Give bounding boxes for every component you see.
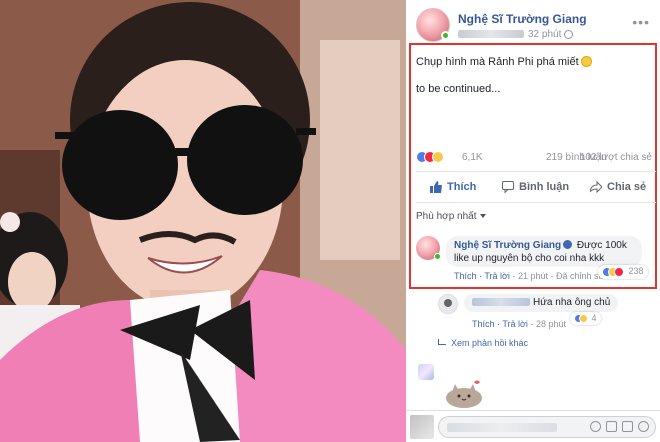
comment-composer (406, 410, 660, 442)
reply-text: Hứa nha ông chủ (533, 297, 611, 308)
post-photo[interactable] (0, 0, 406, 442)
like-label: Thích (447, 181, 477, 193)
comment-button[interactable]: Bình luận (502, 176, 569, 198)
gif-icon[interactable] (622, 421, 633, 432)
action-bar: Thích Bình luận Chia sẻ (416, 176, 656, 198)
comment-actions: Thích · Trả lời · 21 phút · Đã chỉnh sửa (454, 271, 610, 281)
replier-avatar[interactable] (438, 294, 458, 314)
comment-reply-link[interactable]: Trả lời (484, 271, 510, 281)
share-count[interactable]: 102 lượt chia sẻ (580, 152, 652, 163)
like-button[interactable]: Thích (430, 176, 476, 198)
reply-reaction-badge[interactable]: 4 (570, 312, 601, 325)
view-more-replies-link[interactable]: Xem phản hồi khác (438, 338, 528, 348)
comment-bubble: Nghệ Sĩ Trường Giang Được 100k like up n… (446, 236, 642, 267)
smile-emoji-icon (580, 56, 592, 67)
reaction-count[interactable]: 6,1K (462, 152, 483, 163)
reply-actions: Thích · Trả lời · 28 phút (472, 319, 566, 329)
reply-reply-link[interactable]: Trả lời (502, 319, 528, 329)
emoji-icon[interactable] (590, 421, 601, 432)
share-button[interactable]: Chia sẻ (590, 176, 646, 198)
haha-icon (579, 314, 588, 324)
comment-input[interactable] (438, 416, 656, 438)
haha-icon (432, 151, 444, 163)
selfie-illustration (0, 0, 406, 442)
comment-icon (502, 181, 514, 193)
sticker-icon[interactable] (638, 421, 649, 432)
comment-reaction-badge[interactable]: 238 (598, 265, 648, 279)
blurred-name[interactable] (472, 298, 530, 307)
post-text-line2: to be continued... (416, 83, 501, 95)
comment-sort-dropdown[interactable]: Phù hợp nhất (416, 211, 486, 222)
post-content: Chụp hình mà Rảnh Phi phá miết to be con… (406, 0, 660, 442)
composer-icons (590, 421, 649, 434)
commenter-name[interactable]: Nghệ Sĩ Trường Giang (454, 240, 561, 251)
love-icon (614, 266, 624, 277)
comment-label: Bình luận (519, 181, 570, 193)
caret-down-icon (479, 214, 486, 219)
my-avatar[interactable] (410, 415, 434, 439)
reply-bubble: Hứa nha ông chủ (464, 294, 619, 312)
reaction-icons[interactable] (416, 151, 444, 164)
reply-reaction-count: 4 (591, 313, 597, 323)
reply-time[interactable]: 28 phút (536, 319, 566, 329)
share-label: Chia sẻ (607, 181, 647, 193)
camera-icon[interactable] (606, 421, 617, 432)
reply-arrow-icon (438, 339, 446, 345)
divider (416, 171, 656, 172)
reaction-summary: 6,1K 219 bình luận 102 lượt chia sẻ (416, 151, 656, 165)
commenter-avatar[interactable] (416, 236, 441, 260)
verified-icon (563, 240, 573, 249)
pusheen-sticker-icon (446, 380, 482, 408)
post-text-line1: Chụp hình mà Rảnh Phi phá miết (416, 56, 592, 68)
reply-item: Hứa nha ông chủ Thích · Trả lời · 28 phú… (438, 294, 658, 334)
online-status-dot (434, 253, 441, 260)
commenter-avatar[interactable] (418, 364, 434, 380)
divider (416, 202, 656, 203)
thumbs-up-icon (430, 181, 442, 193)
comment-reaction-count: 238 (628, 266, 644, 276)
comment-item: Nghệ Sĩ Trường Giang Được 100k like up n… (416, 236, 656, 286)
blurred-placeholder (447, 423, 557, 432)
share-icon (590, 181, 602, 193)
comment-time[interactable]: 21 phút (518, 271, 548, 281)
comment-like-link[interactable]: Thích (454, 271, 477, 281)
reply-like-link[interactable]: Thích (472, 319, 495, 329)
